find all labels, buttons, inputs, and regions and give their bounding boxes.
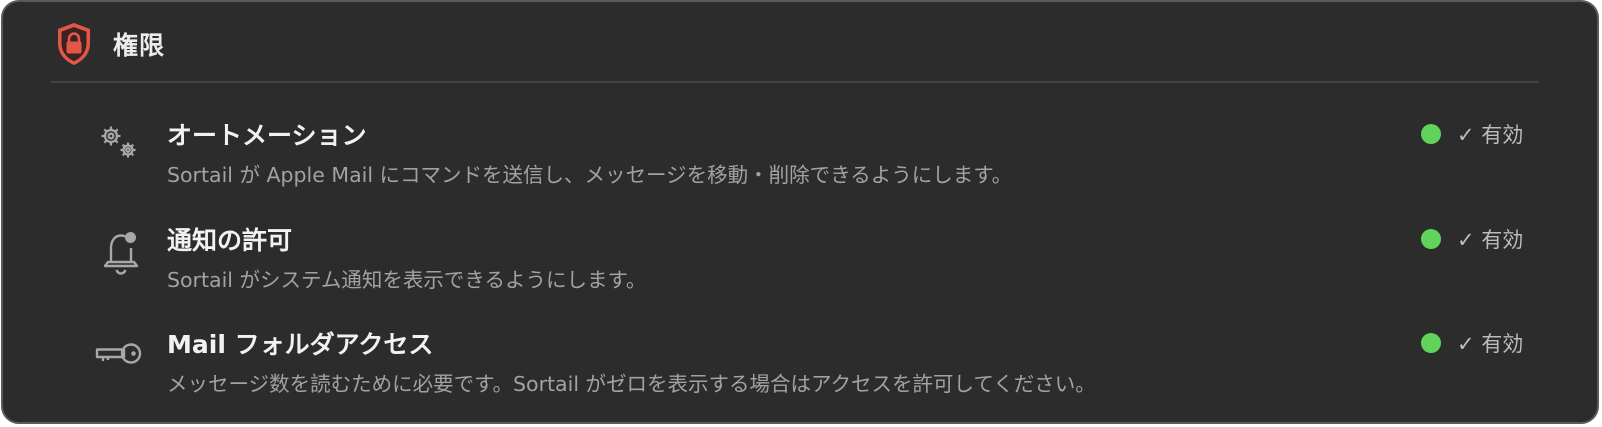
bell-badge-icon [103, 232, 139, 275]
key-icon [95, 343, 142, 364]
permission-title: オートメーション [167, 121, 367, 150]
page-title: 権限 [113, 31, 166, 60]
permission-title: Mail フォルダアクセス [167, 330, 434, 359]
permissions-header: 権限 [55, 16, 165, 72]
permission-description: メッセージ数を読むために必要です。Sortail がゼロを表示する場合はアクセス… [167, 372, 1096, 396]
permission-description: Sortail がシステム通知を表示できるようにします。 [167, 268, 647, 292]
permission-row-notifications: 通知の許可 Sortail がシステム通知を表示できるようにします。 ✓ 有効 [3, 223, 1597, 323]
permissions-panel: 権限 オートメーション Sortail が Apple Mail にコマンドを送… [1, 0, 1599, 424]
status-label: ✓ 有効 [1457, 123, 1524, 147]
permission-status: ✓ 有効 [1421, 225, 1523, 253]
permission-description: Sortail が Apple Mail にコマンドを送信し、メッセージを移動・… [167, 163, 1013, 187]
status-dot [1421, 229, 1441, 249]
permission-row-mail-folder-access: Mail フォルダアクセス メッセージ数を読むために必要です。Sortail が… [3, 327, 1597, 427]
permission-status: ✓ 有効 [1421, 120, 1523, 148]
permission-row-automation: オートメーション Sortail が Apple Mail にコマンドを送信し、… [3, 118, 1597, 218]
header-divider [51, 81, 1539, 83]
permission-title: 通知の許可 [167, 226, 293, 255]
status-dot [1421, 124, 1441, 144]
status-dot [1421, 333, 1441, 353]
permission-status: ✓ 有効 [1421, 329, 1523, 357]
status-label: ✓ 有効 [1457, 332, 1524, 356]
status-label: ✓ 有効 [1457, 228, 1524, 252]
lock-shield-icon [58, 23, 90, 65]
gears-icon [101, 126, 136, 158]
